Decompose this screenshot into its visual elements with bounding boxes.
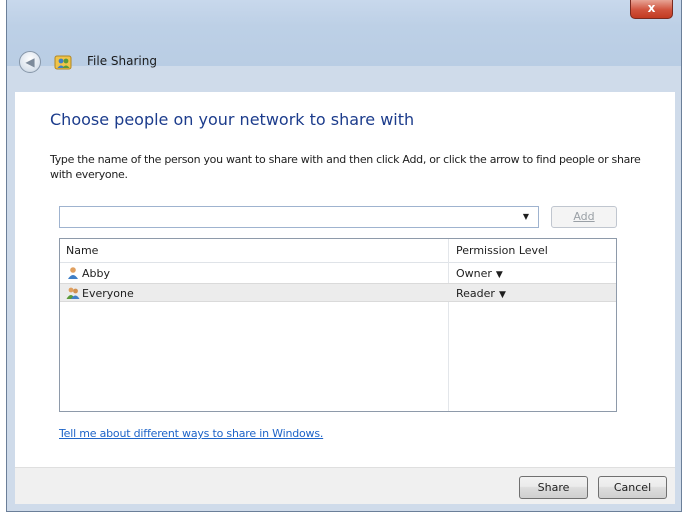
page-heading: Choose people on your network to share w… xyxy=(50,110,415,129)
row-name: Abby xyxy=(82,267,110,280)
help-link[interactable]: Tell me about different ways to share in… xyxy=(59,427,323,440)
column-header-name[interactable]: Name xyxy=(66,244,98,257)
footer-bar: Share Cancel xyxy=(15,467,675,504)
window-title: File Sharing xyxy=(87,54,157,68)
list-row-abby[interactable]: Abby Owner ▼ xyxy=(60,264,616,283)
share-button[interactable]: Share xyxy=(519,476,588,499)
list-row-everyone[interactable]: Everyone Reader ▼ xyxy=(60,283,616,302)
instructions-text: Type the name of the person you want to … xyxy=(50,153,641,181)
group-icon xyxy=(66,287,80,299)
back-button[interactable]: ◀ xyxy=(19,51,41,73)
back-arrow-icon: ◀ xyxy=(25,55,35,69)
user-icon xyxy=(68,267,78,279)
name-combobox[interactable]: ▼ xyxy=(59,206,539,228)
permission-dropdown[interactable]: Reader ▼ xyxy=(456,287,506,300)
dropdown-arrow-icon[interactable]: ▼ xyxy=(520,207,532,227)
file-sharing-icon xyxy=(54,55,72,70)
row-name: Everyone xyxy=(82,287,134,300)
column-header-permission[interactable]: Permission Level xyxy=(456,244,548,257)
content-panel: Choose people on your network to share w… xyxy=(15,92,675,467)
chevron-down-icon: ▼ xyxy=(498,290,506,300)
chevron-down-icon: ▼ xyxy=(495,270,503,280)
permission-dropdown[interactable]: Owner ▼ xyxy=(456,267,503,280)
add-button[interactable]: Add xyxy=(551,206,617,228)
list-header: Name Permission Level xyxy=(60,239,616,263)
file-sharing-window: x ◀ File Sharing Choose people on your n… xyxy=(6,0,682,512)
close-button[interactable]: x xyxy=(630,0,673,19)
name-input[interactable] xyxy=(62,208,512,226)
cancel-button[interactable]: Cancel xyxy=(598,476,667,499)
people-list: Name Permission Level Abby Owner ▼ Every… xyxy=(59,238,617,412)
title-bar: x ◀ File Sharing xyxy=(7,0,681,73)
